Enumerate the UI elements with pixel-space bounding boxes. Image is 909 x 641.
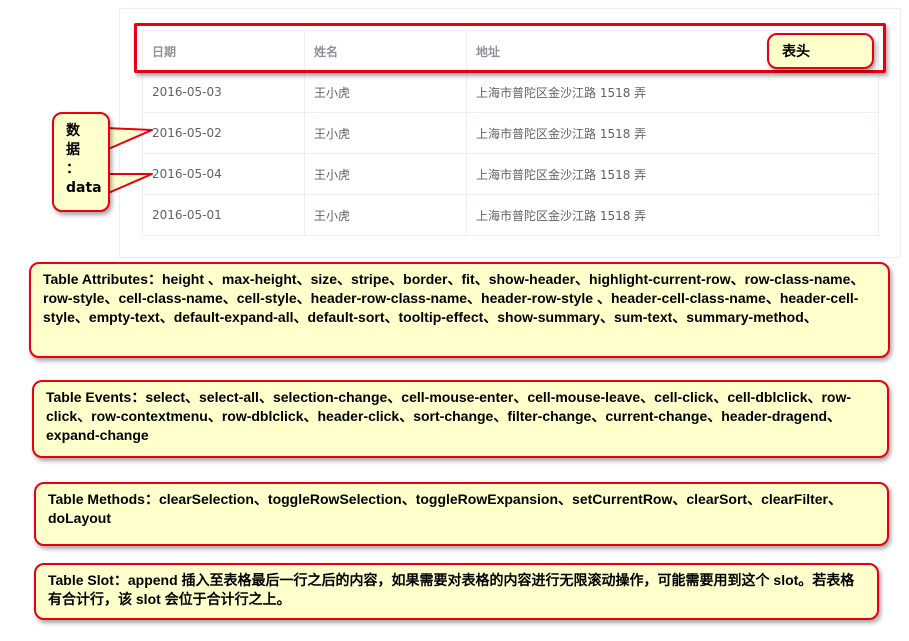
table-attributes-note: Table Attributes：height 、max-height、size…: [29, 262, 890, 358]
header-callout: 表头: [767, 33, 874, 69]
table-events-note: Table Events：select、select-all、selection…: [32, 380, 889, 458]
table-slot-note: Table Slot：append 插入至表格最后一行之后的内容，如果需要对表格…: [34, 563, 879, 620]
data-callout: 数 据 ： data: [52, 112, 110, 212]
table-methods-note: Table Methods：clearSelection、toggleRowSe…: [34, 482, 889, 546]
